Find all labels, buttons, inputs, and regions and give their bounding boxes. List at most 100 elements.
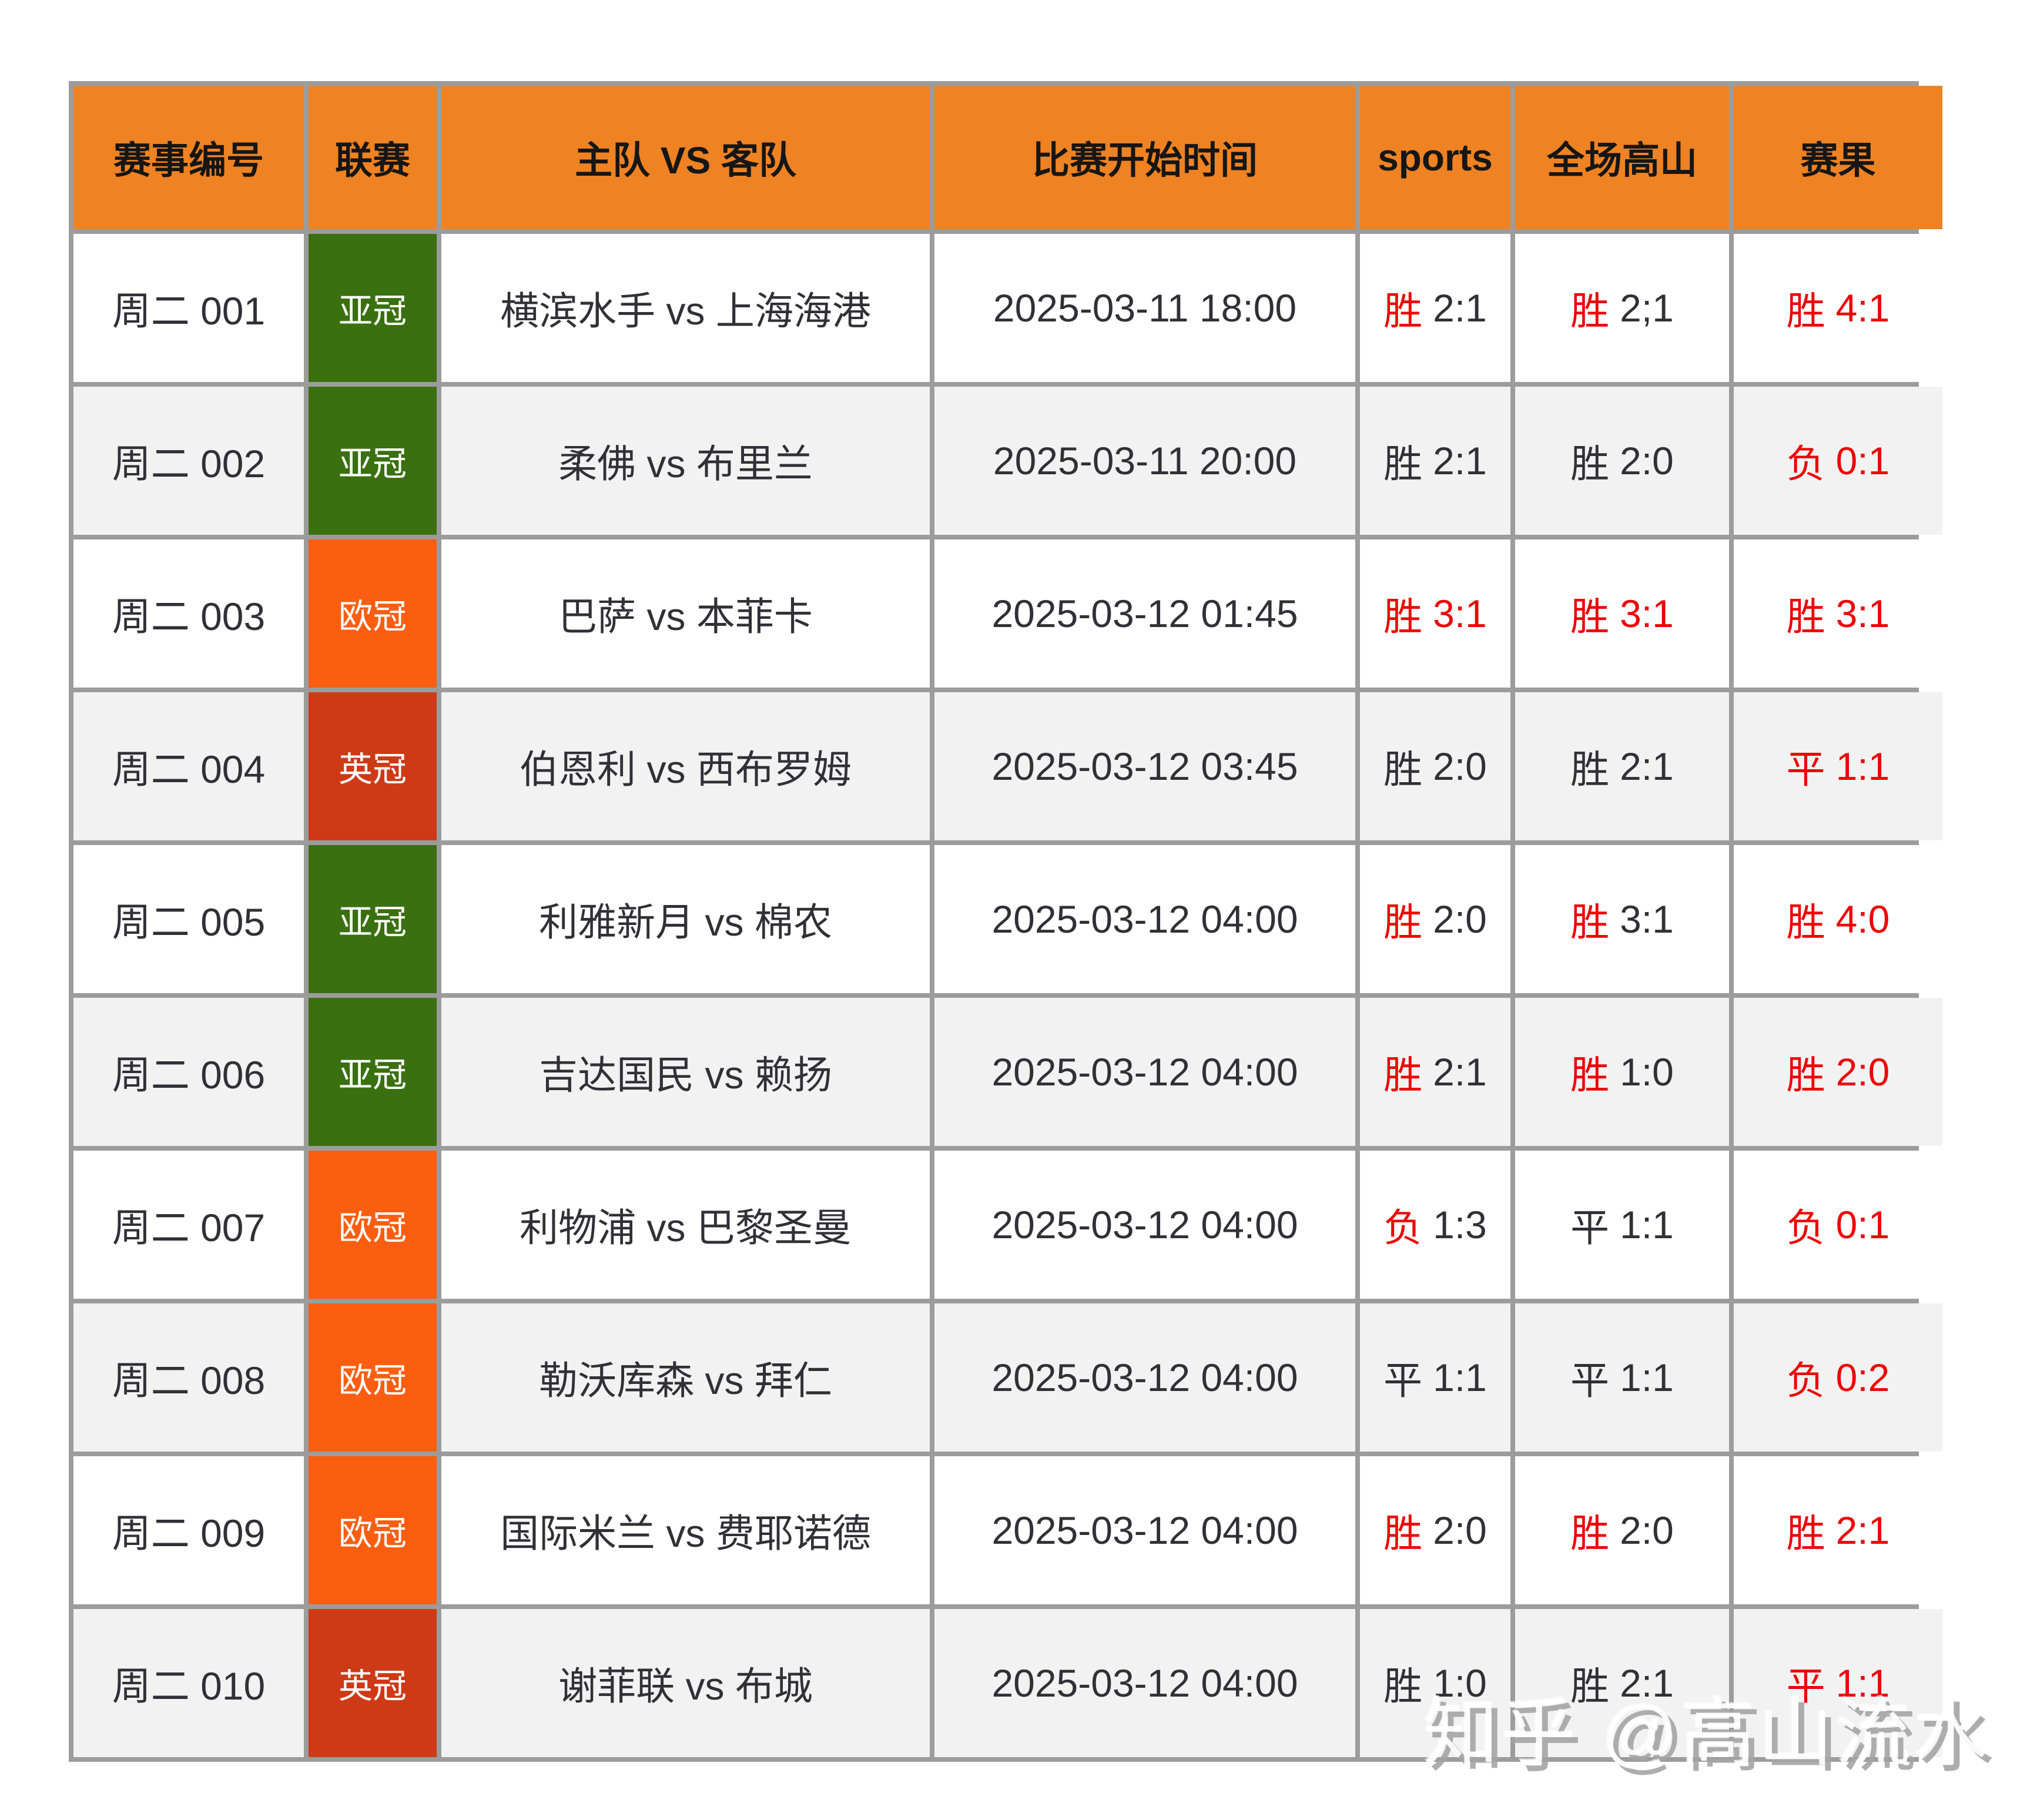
col-header-league: 联赛 [309, 86, 437, 229]
outcome-label: 平 [1383, 1349, 1422, 1406]
result-cell: 胜2:0 [1734, 998, 1942, 1146]
outcome-label: 负 [1787, 433, 1825, 489]
league-badge: 亚冠 [309, 845, 437, 993]
col-header-fullcourt: 全场高山 [1515, 86, 1729, 229]
result-cell: 负0:1 [1734, 1151, 1942, 1299]
match-teams-cell: 柔佛 vs 布里兰 [441, 387, 930, 535]
outcome-label: 胜 [1787, 1502, 1825, 1558]
league-badge: 欧冠 [309, 1151, 437, 1299]
start-time-cell: 2025-03-12 04:00 [934, 845, 1355, 993]
score-value: 1:1 [1620, 1202, 1674, 1247]
sports-pick-cell: 负1:3 [1360, 1151, 1510, 1299]
match-id-cell: 周二 002 [73, 387, 304, 535]
outcome-label: 胜 [1570, 280, 1609, 336]
match-id-cell: 周二 004 [73, 692, 304, 840]
fullcourt-pick-cell: 胜1:0 [1515, 998, 1729, 1146]
score-value: 3:1 [1620, 897, 1674, 941]
sports-pick-cell: 胜2:1 [1360, 998, 1510, 1146]
fullcourt-pick-cell: 胜3:1 [1515, 845, 1729, 993]
outcome-label: 平 [1787, 738, 1825, 795]
outcome-label: 胜 [1570, 585, 1609, 642]
start-time-cell: 2025-03-12 04:00 [934, 1151, 1355, 1299]
match-teams-cell: 利物浦 vs 巴黎圣曼 [441, 1151, 930, 1299]
sports-pick-cell: 胜2:1 [1360, 234, 1510, 382]
match-teams-cell: 巴萨 vs 本菲卡 [441, 539, 930, 688]
col-header-sports: sports [1360, 86, 1510, 229]
fullcourt-pick-cell: 平1:1 [1515, 1303, 1729, 1452]
start-time-cell: 2025-03-12 04:00 [934, 998, 1355, 1146]
fullcourt-pick-cell: 胜2:0 [1515, 1456, 1729, 1604]
fullcourt-pick-cell: 平1:1 [1515, 1151, 1729, 1299]
score-value: 4:1 [1836, 286, 1890, 330]
match-id-cell: 周二 009 [73, 1456, 304, 1604]
sports-pick-cell: 胜2:0 [1360, 845, 1510, 993]
outcome-label: 负 [1383, 1196, 1422, 1253]
result-cell: 胜3:1 [1734, 539, 1942, 688]
score-value: 2:0 [1433, 897, 1487, 941]
match-teams-cell: 国际米兰 vs 费耶诺德 [441, 1456, 930, 1604]
league-badge: 欧冠 [309, 1456, 437, 1604]
outcome-label: 胜 [1787, 1044, 1825, 1100]
outcome-label: 胜 [1570, 1044, 1609, 1100]
score-value: 0:1 [1836, 438, 1890, 483]
score-value: 2:0 [1836, 1050, 1890, 1094]
score-value: 1:0 [1620, 1050, 1674, 1094]
start-time-cell: 2025-03-12 04:00 [934, 1456, 1355, 1604]
match-teams-cell: 伯恩利 vs 西布罗姆 [441, 692, 930, 840]
match-id-cell: 周二 008 [73, 1303, 304, 1452]
result-cell: 胜4:0 [1734, 845, 1942, 993]
score-value: 2:1 [1433, 1050, 1487, 1094]
outcome-label: 负 [1787, 1196, 1825, 1253]
result-cell: 胜4:1 [1734, 234, 1942, 382]
score-value: 3:1 [1620, 591, 1674, 636]
score-value: 2:1 [1433, 286, 1487, 330]
score-value: 1:1 [1836, 744, 1890, 789]
score-value: 3:1 [1836, 591, 1890, 636]
match-teams-cell: 横滨水手 vs 上海海港 [441, 234, 930, 382]
start-time-cell: 2025-03-11 18:00 [934, 234, 1355, 382]
col-header-start-time: 比赛开始时间 [934, 86, 1355, 229]
sports-pick-cell: 平1:1 [1360, 1303, 1510, 1452]
match-teams-cell: 吉达国民 vs 赖扬 [441, 998, 930, 1146]
match-teams-cell: 勒沃库森 vs 拜仁 [441, 1303, 930, 1452]
score-value: 4:0 [1836, 897, 1890, 941]
fullcourt-pick-cell: 胜2;1 [1515, 234, 1729, 382]
outcome-label: 胜 [1383, 1502, 1422, 1558]
match-results-table: 赛事编号 联赛 主队 VS 客队 比赛开始时间 sports 全场高山 赛果 周… [69, 81, 1919, 1762]
outcome-label: 胜 [1787, 280, 1825, 336]
sports-pick-cell: 胜3:1 [1360, 539, 1510, 688]
col-header-result: 赛果 [1734, 86, 1942, 229]
match-id-cell: 周二 007 [73, 1151, 304, 1299]
start-time-cell: 2025-03-12 04:00 [934, 1609, 1355, 1757]
sports-pick-cell: 胜2:1 [1360, 387, 1510, 535]
result-cell: 平1:1 [1734, 692, 1942, 840]
watermark: 知乎 @高山流水 [1423, 1672, 1991, 1781]
match-teams-cell: 谢菲联 vs 布城 [441, 1609, 930, 1757]
outcome-label: 胜 [1383, 1655, 1422, 1711]
league-badge: 英冠 [309, 1609, 437, 1757]
score-value: 3:1 [1433, 591, 1487, 636]
outcome-label: 胜 [1383, 280, 1422, 336]
score-value: 2:0 [1433, 744, 1487, 789]
outcome-label: 胜 [1383, 738, 1422, 795]
league-badge: 亚冠 [309, 234, 437, 382]
score-value: 1:3 [1433, 1202, 1487, 1247]
score-value: 1:1 [1620, 1355, 1674, 1400]
result-cell: 胜2:1 [1734, 1456, 1942, 1604]
score-value: 2;1 [1620, 286, 1674, 330]
match-id-cell: 周二 010 [73, 1609, 304, 1757]
league-badge: 英冠 [309, 692, 437, 840]
outcome-label: 胜 [1570, 1502, 1609, 1558]
outcome-label: 负 [1787, 1349, 1825, 1406]
match-id-cell: 周二 005 [73, 845, 304, 993]
start-time-cell: 2025-03-12 01:45 [934, 539, 1355, 688]
outcome-label: 胜 [1570, 891, 1609, 947]
score-value: 0:1 [1836, 1202, 1890, 1247]
league-badge: 亚冠 [309, 387, 437, 535]
score-value: 2:1 [1433, 438, 1487, 483]
score-value: 2:0 [1620, 438, 1674, 483]
outcome-label: 胜 [1787, 585, 1825, 642]
start-time-cell: 2025-03-11 20:00 [934, 387, 1355, 535]
start-time-cell: 2025-03-12 04:00 [934, 1303, 1355, 1452]
match-id-cell: 周二 006 [73, 998, 304, 1146]
